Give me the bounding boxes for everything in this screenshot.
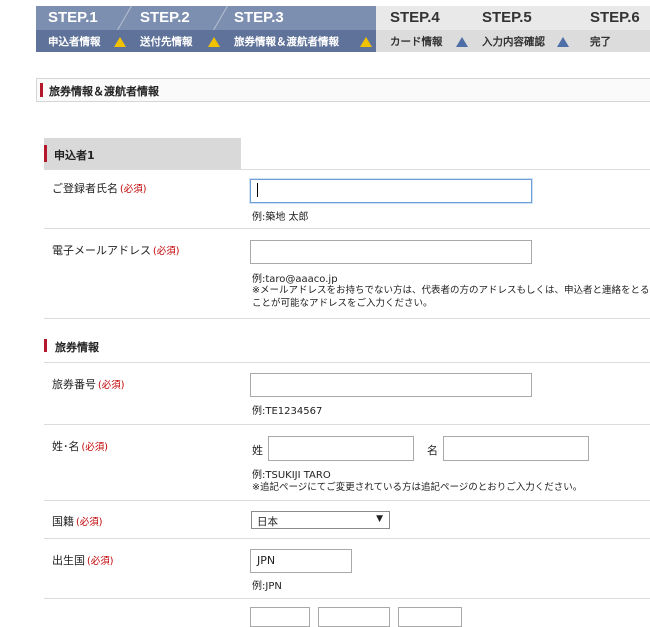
dropdown-arrow-icon: ▼ bbox=[376, 514, 383, 524]
birth-country-example: 例:JPN bbox=[252, 581, 282, 592]
step-3: STEP.3 旅券情報＆渡航者情報 bbox=[234, 6, 374, 52]
last-name-label: 姓 bbox=[252, 444, 263, 457]
required-mark: (必須) bbox=[87, 556, 114, 567]
step-progress-bar: STEP.1 申込者情報 STEP.2 送付先情報 STEP.3 旅券情報＆渡航… bbox=[36, 6, 650, 52]
step-3-label: 旅券情報＆渡航者情報 bbox=[234, 36, 339, 48]
step-2-label: 送付先情報 bbox=[140, 36, 193, 48]
next-row-input-3[interactable] bbox=[398, 607, 462, 627]
birth-country-label: 出生国 (必須) bbox=[52, 554, 114, 567]
nationality-label: 国籍 (必須) bbox=[52, 515, 103, 528]
step-6: STEP.6 完了 bbox=[588, 6, 648, 52]
step-1-arrow-icon bbox=[114, 37, 126, 47]
step-4-number: STEP.4 bbox=[390, 9, 440, 26]
section-title: 旅券情報＆渡航者情報 bbox=[49, 85, 159, 98]
required-mark: (必須) bbox=[153, 246, 180, 257]
passport-number-input[interactable] bbox=[250, 373, 532, 397]
passport-number-label: 旅券番号 (必須) bbox=[52, 378, 125, 391]
step-6-number: STEP.6 bbox=[590, 9, 640, 26]
next-row-input-1[interactable] bbox=[250, 607, 310, 627]
first-name-input[interactable] bbox=[443, 436, 589, 461]
first-name-label: 名 bbox=[427, 444, 438, 457]
step-5-number: STEP.5 bbox=[482, 9, 532, 26]
fullname-example: 例:TSUKIJI TARO bbox=[252, 470, 331, 481]
step-2-arrow-icon bbox=[208, 37, 220, 47]
applicant-heading: 申込者1 bbox=[44, 138, 241, 169]
section-heading: 旅券情報＆渡航者情報 bbox=[36, 78, 650, 102]
fullname-label: 姓･名 (必須) bbox=[52, 440, 108, 453]
required-mark: (必須) bbox=[98, 380, 125, 391]
last-name-input[interactable] bbox=[268, 436, 414, 461]
registrant-name-input[interactable] bbox=[250, 179, 532, 203]
email-example: 例:taro@aaaco.jp bbox=[252, 274, 338, 285]
step-4-arrow-icon bbox=[456, 37, 468, 47]
passport-heading-label: 旅券情報 bbox=[55, 341, 99, 354]
next-row-input-2[interactable] bbox=[318, 607, 390, 627]
passport-number-example: 例:TE1234567 bbox=[252, 406, 323, 417]
step-1-number: STEP.1 bbox=[48, 9, 98, 26]
birth-country-input[interactable]: JPN bbox=[250, 549, 352, 573]
name-example: 例:築地 太郎 bbox=[252, 212, 309, 223]
step-3-arrow-icon bbox=[360, 37, 372, 47]
step-1-label: 申込者情報 bbox=[48, 36, 101, 48]
required-mark: (必須) bbox=[81, 442, 108, 453]
text-caret bbox=[257, 183, 258, 197]
step-3-number: STEP.3 bbox=[234, 9, 284, 26]
step-4-label: カード情報 bbox=[390, 36, 443, 48]
step-5-arrow-icon bbox=[557, 37, 569, 47]
required-mark: (必須) bbox=[120, 184, 147, 195]
nationality-select[interactable]: 日本 ▼ bbox=[251, 511, 390, 529]
email-label: 電子メールアドレス (必須) bbox=[52, 244, 180, 257]
email-note: ※メールアドレスをお持ちでない方は、代表者の方のアドレスもしくは、申込者と連絡を… bbox=[252, 285, 650, 309]
step-5-label: 入力内容確認 bbox=[482, 36, 545, 48]
fullname-note: ※追記ページにてご変更されている方は追記ページのとおりご入力ください。 bbox=[252, 482, 583, 493]
required-mark: (必須) bbox=[76, 517, 103, 528]
step-6-label: 完了 bbox=[590, 36, 611, 48]
name-label: ご登録者氏名 (必須) bbox=[52, 182, 147, 195]
applicant-heading-label: 申込者1 bbox=[54, 149, 95, 162]
step-2-number: STEP.2 bbox=[140, 9, 190, 26]
email-input[interactable] bbox=[250, 240, 532, 264]
